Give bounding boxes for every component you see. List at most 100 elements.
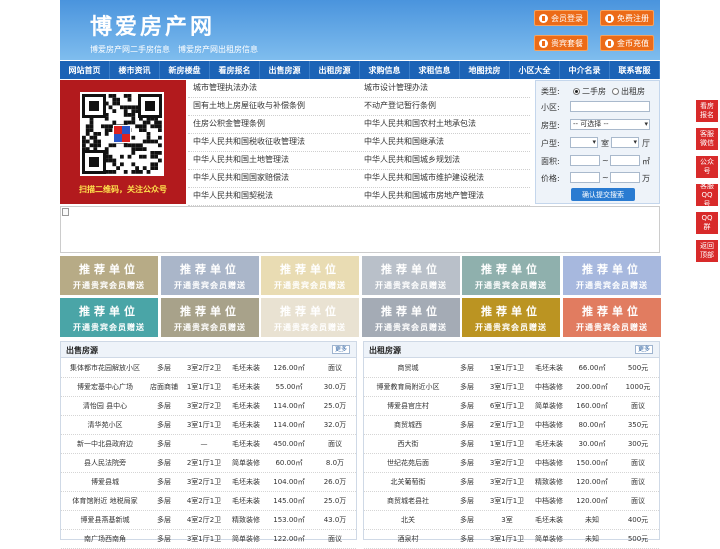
law-link[interactable]: 中华人民共和国税收征收管理法 <box>193 133 305 151</box>
ad-slot[interactable]: 推荐单位 开通贵宾会员赠送 <box>563 256 661 295</box>
nav-item[interactable]: 联系客服 <box>610 61 660 79</box>
table-row[interactable]: 北关 多层 3室 毛坯未装 未知 400元 <box>364 511 659 530</box>
ad-slot[interactable]: 推荐单位 开通贵宾会员赠送 <box>161 256 259 295</box>
table-row[interactable]: 清华苑小区 多层 3室1厅1卫 毛坯未装 114.00㎡ 32.0万 <box>61 416 356 435</box>
law-link[interactable]: 中华人民共和国城市房地产管理法 <box>364 187 484 205</box>
table-row[interactable]: 集体都市花园解放小区 多层 3室2厅2卫 毛坯未装 126.00㎡ 面议 <box>61 359 356 378</box>
sale-more-link[interactable]: 更多 <box>332 345 350 354</box>
ad-slot[interactable]: 推荐单位 开通贵宾会员赠送 <box>161 298 259 337</box>
radio-ershoufang[interactable] <box>573 88 580 95</box>
law-link[interactable]: 住房公积金管理条例 <box>193 115 265 133</box>
law-link[interactable]: 中华人民共和国农村土地承包法 <box>364 115 476 133</box>
table-row[interactable]: 世纪花苑后面 多层 3室2厅1卫 中档装修 150.00㎡ 面议 <box>364 454 659 473</box>
ad-slot[interactable]: 推荐单位 开通贵宾会员赠送 <box>462 298 560 337</box>
table-row[interactable]: 博爱县城 多层 3室2厅1卫 毛坯未装 104.00㎡ 26.0万 <box>61 473 356 492</box>
table-row[interactable]: 北关葡萄街 多层 3室2厅1卫 精致装修 120.00㎡ 面议 <box>364 473 659 492</box>
ad-subtitle: 开通贵宾会员赠送 <box>73 322 145 332</box>
search-submit-button[interactable]: 确认提交搜索 <box>571 188 635 201</box>
room-type-select[interactable]: -- 可选择 -- ▾ <box>570 119 650 130</box>
ad-slot[interactable]: 推荐单位 开通贵宾会员赠送 <box>261 298 359 337</box>
law-link[interactable]: 国有土地上房屋征收与补偿条例 <box>193 97 305 115</box>
table-row[interactable]: 博爱宏基中心广场 店面商铺 1室1厅1卫 毛坯未装 55.00㎡ 30.0万 <box>61 378 356 397</box>
halls-select[interactable]: ▾ <box>611 137 639 148</box>
law-link[interactable]: 中华人民共和国继承法 <box>364 133 444 151</box>
table-cell: 清怡园 县中心 <box>82 402 128 410</box>
nav-item[interactable]: 网站首页 <box>60 61 110 79</box>
ad-title: 推荐单位 <box>180 262 240 276</box>
law-link[interactable]: 中华人民共和国城市维护建设税法 <box>364 169 484 187</box>
rooms-select[interactable]: ▾ <box>570 137 598 148</box>
rent-more-link[interactable]: 更多 <box>635 345 653 354</box>
ad-slot[interactable]: 推荐单位 开通贵宾会员赠送 <box>60 256 158 295</box>
table-row[interactable]: 新一中北县政府边 多层 — 毛坯未装 450.00㎡ 面议 <box>61 435 356 454</box>
law-link[interactable]: 中华人民共和国土地管理法 <box>193 151 289 169</box>
table-cell: 体育馆附近 地税局家 <box>72 497 138 505</box>
room-type-label: 房型: <box>541 121 560 130</box>
table-cell: 114.00㎡ <box>273 402 305 410</box>
law-link[interactable]: 城市管理执法办法 <box>193 79 257 97</box>
area-max-input[interactable] <box>610 155 640 166</box>
ad-slot[interactable]: 推荐单位 开通贵宾会员赠送 <box>60 298 158 337</box>
law-link[interactable]: 不动产登记暂行条例 <box>364 97 436 115</box>
side-tab[interactable]: 公众号 <box>696 156 718 178</box>
table-cell: 3室 <box>501 516 513 524</box>
side-tab[interactable]: QQ群 <box>696 212 718 234</box>
nav-item[interactable]: 看房报名 <box>210 61 260 79</box>
register-button[interactable]: 免费注册 <box>600 10 654 26</box>
table-row[interactable]: 清怡园 县中心 多层 3室2厅2卫 毛坯未装 114.00㎡ 25.0万 <box>61 397 356 416</box>
table-row[interactable]: 西大街 多层 1室1厅1卫 毛坯未装 30.00㎡ 300元 <box>364 435 659 454</box>
ad-slot[interactable]: 推荐单位 开通贵宾会员赠送 <box>261 256 359 295</box>
table-cell: 55.00㎡ <box>275 383 303 391</box>
table-cell: 毛坯未装 <box>232 478 260 486</box>
table-row[interactable]: 博爱县燕基新城 多层 4室2厅2卫 精致装修 153.00㎡ 43.0万 <box>61 511 356 530</box>
table-cell: 博爱县燕基新城 <box>80 516 130 524</box>
side-tab[interactable]: 客服QQ号 <box>696 182 718 208</box>
site-subtitle[interactable]: 博爱房产网二手房信息 博爱房产网出租房信息 <box>90 44 258 55</box>
side-tab[interactable]: 客服微信 <box>696 128 718 150</box>
nav-item[interactable]: 小区大全 <box>510 61 560 79</box>
community-input[interactable] <box>570 101 650 112</box>
ad-title: 推荐单位 <box>481 262 541 276</box>
law-link[interactable]: 中华人民共和国契税法 <box>193 187 273 205</box>
nav-item[interactable]: 中介名录 <box>560 61 610 79</box>
price-max-input[interactable] <box>610 172 640 183</box>
nav-item[interactable]: 出租房源 <box>310 61 360 79</box>
table-cell: 26.0万 <box>323 478 347 486</box>
table-row[interactable]: 体育馆附近 地税局家 多层 4室2厅1卫 毛坯未装 145.00㎡ 25.0万 <box>61 492 356 511</box>
side-tab[interactable]: 看房报名 <box>696 100 718 122</box>
recharge-button[interactable]: 金币充值 <box>600 35 654 51</box>
table-row[interactable]: 商贸城老县社 多层 3室1厅1卫 中档装修 120.00㎡ 面议 <box>364 492 659 511</box>
nav-item[interactable]: 出售房源 <box>260 61 310 79</box>
login-button[interactable]: 会员登录 <box>534 10 588 26</box>
law-link[interactable]: 中华人民共和国城乡规划法 <box>364 151 460 169</box>
price-min-input[interactable] <box>570 172 600 183</box>
side-tab[interactable]: 返回顶部 <box>696 240 718 262</box>
chevron-down-icon: ▾ <box>644 120 648 128</box>
ad-slot[interactable]: 推荐单位 开通贵宾会员赠送 <box>362 298 460 337</box>
law-link[interactable]: 城市设计管理办法 <box>364 79 428 97</box>
vip-package-button[interactable]: 贵宾套餐 <box>534 35 588 51</box>
ad-slot[interactable]: 推荐单位 开通贵宾会员赠送 <box>362 256 460 295</box>
radio-chuzufang[interactable] <box>612 88 619 95</box>
table-cell: 3室1厅1卫 <box>186 421 222 429</box>
table-row[interactable]: 博爱县官庄村 多层 6室1厅1卫 简单装修 160.00㎡ 面议 <box>364 397 659 416</box>
area-min-input[interactable] <box>570 155 600 166</box>
table-row[interactable]: 县人民法院旁 多层 2室1厅1卫 简单装修 60.00㎡ 8.0万 <box>61 454 356 473</box>
ad-subtitle: 开通贵宾会员赠送 <box>375 322 447 332</box>
banner-image[interactable] <box>60 206 660 253</box>
table-row[interactable]: 商贸城 多层 1室1厅1卫 毛坯未装 66.00㎡ 500元 <box>364 359 659 378</box>
ad-slot[interactable]: 推荐单位 开通贵宾会员赠送 <box>563 298 661 337</box>
nav-item[interactable]: 求购信息 <box>360 61 410 79</box>
table-cell: 6室1厅1卫 <box>489 402 525 410</box>
table-row[interactable]: 商贸城西 多层 2室1厅1卫 中档装修 80.00㎡ 350元 <box>364 416 659 435</box>
table-cell: 毛坯未装 <box>232 421 260 429</box>
nav-item[interactable]: 求租信息 <box>410 61 460 79</box>
table-row[interactable]: 博爱教育局附近小区 多层 3室1厅1卫 中档装修 200.00㎡ 1000元 <box>364 378 659 397</box>
table-cell: 北关葡萄街 <box>390 478 426 486</box>
nav-item[interactable]: 楼市资讯 <box>110 61 160 79</box>
ad-slot[interactable]: 推荐单位 开通贵宾会员赠送 <box>462 256 560 295</box>
nav-item[interactable]: 地图找房 <box>460 61 510 79</box>
table-cell: 多层 <box>157 421 171 429</box>
nav-item[interactable]: 新房楼盘 <box>160 61 210 79</box>
law-link[interactable]: 中华人民共和国国家赔偿法 <box>193 169 289 187</box>
